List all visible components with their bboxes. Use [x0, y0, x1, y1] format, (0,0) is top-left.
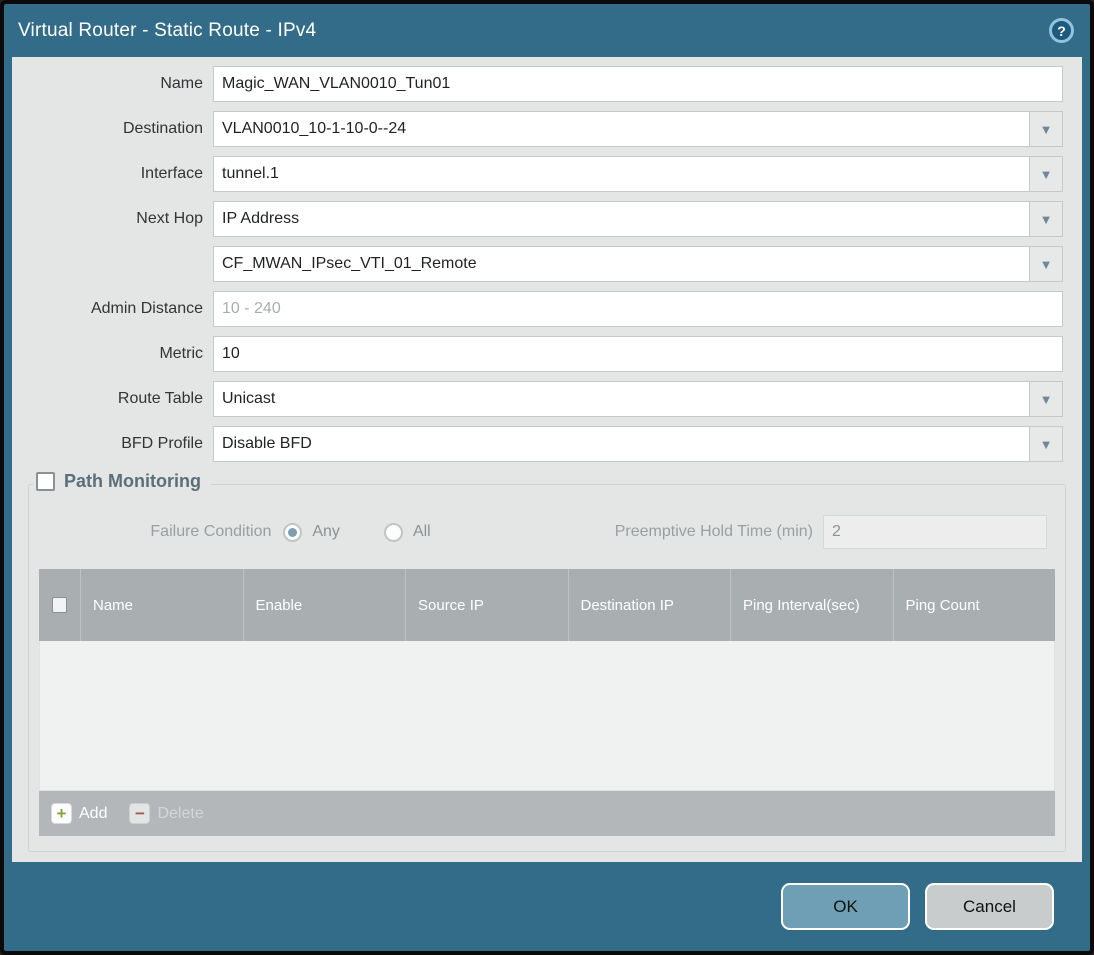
preemptive-hold-time-label: Preemptive Hold Time (min) [614, 523, 813, 540]
destination-label: Destination [122, 120, 203, 137]
failure-condition-row: Failure Condition Any All Preemptive Hol… [29, 515, 1065, 549]
column-header-ping-interval[interactable]: Ping Interval(sec) [731, 569, 894, 641]
admin-distance-label: Admin Distance [90, 300, 203, 317]
failure-condition-radio-group: Any All [283, 522, 464, 542]
route-table-dropdown-button[interactable]: ▼ [1030, 381, 1063, 417]
column-header-enable[interactable]: Enable [244, 569, 406, 641]
next-hop-address-dropdown-button[interactable]: ▼ [1030, 246, 1063, 282]
radio-all[interactable] [383, 522, 403, 542]
next-hop-type-dropdown-button[interactable]: ▼ [1030, 201, 1063, 237]
path-monitoring-section: Path Monitoring Failure Condition Any Al… [28, 471, 1066, 852]
interface-input[interactable] [213, 156, 1030, 192]
column-header-source-ip[interactable]: Source IP [406, 569, 569, 641]
column-header-ping-count[interactable]: Ping Count [894, 569, 1056, 641]
minus-icon: − [129, 803, 151, 824]
help-icon[interactable]: ? [1049, 18, 1074, 43]
path-monitoring-title: Path Monitoring [64, 471, 201, 491]
dialog-content: Name Destination ▼ Interface ▼ Next Hop [12, 57, 1082, 862]
add-button[interactable]: + Add [51, 803, 107, 824]
preemptive-hold-time-input[interactable] [823, 515, 1047, 549]
ok-button[interactable]: OK [781, 883, 910, 930]
delete-button: − Delete [129, 803, 204, 824]
plus-icon: + [51, 803, 72, 824]
interface-row: Interface ▼ [12, 156, 1082, 192]
chevron-down-icon: ▼ [1039, 121, 1053, 137]
name-row: Name [12, 66, 1082, 102]
next-hop-address-row: ▼ [12, 246, 1082, 282]
radio-all-label: All [412, 523, 431, 540]
dialog-footer: OK Cancel [4, 862, 1090, 951]
path-monitoring-table: Name Enable Source IP Destination IP Pin… [39, 569, 1055, 836]
add-button-label: Add [79, 804, 108, 822]
select-all-checkbox[interactable] [52, 597, 67, 613]
bfd-profile-input[interactable] [213, 426, 1030, 462]
chevron-down-icon: ▼ [1039, 256, 1053, 272]
static-route-dialog: Virtual Router - Static Route - IPv4 ? N… [0, 0, 1094, 955]
metric-label: Metric [159, 345, 203, 362]
chevron-down-icon: ▼ [1039, 391, 1053, 407]
bfd-profile-label: BFD Profile [121, 435, 203, 452]
chevron-down-icon: ▼ [1039, 436, 1053, 452]
bfd-profile-dropdown-button[interactable]: ▼ [1030, 426, 1063, 462]
destination-input[interactable] [213, 111, 1030, 147]
next-hop-address-input[interactable] [213, 246, 1030, 282]
chevron-down-icon: ▼ [1039, 166, 1053, 182]
metric-row: Metric [12, 336, 1082, 372]
metric-input[interactable] [213, 336, 1063, 372]
radio-any[interactable] [283, 522, 303, 542]
failure-condition-label: Failure Condition [150, 523, 272, 540]
next-hop-label: Next Hop [136, 210, 203, 227]
path-monitoring-checkbox[interactable] [36, 472, 55, 491]
route-table-input[interactable] [213, 381, 1030, 417]
column-header-name[interactable]: Name [81, 569, 244, 641]
dialog-titlebar: Virtual Router - Static Route - IPv4 ? [4, 4, 1090, 57]
table-header-checkbox-cell [39, 569, 81, 641]
path-monitoring-legend: Path Monitoring [33, 471, 211, 492]
name-input[interactable] [213, 66, 1063, 102]
interface-label: Interface [140, 165, 203, 182]
route-table-row: Route Table ▼ [12, 381, 1082, 417]
delete-button-label: Delete [157, 804, 204, 822]
route-table-label: Route Table [117, 390, 203, 407]
column-header-destination-ip[interactable]: Destination IP [569, 569, 731, 641]
next-hop-row: Next Hop ▼ [12, 201, 1082, 237]
admin-distance-row: Admin Distance [12, 291, 1082, 327]
chevron-down-icon: ▼ [1039, 211, 1053, 227]
admin-distance-input[interactable] [213, 291, 1063, 327]
table-toolbar: + Add − Delete [39, 791, 1055, 836]
radio-any-label: Any [312, 523, 340, 540]
next-hop-type-input[interactable] [213, 201, 1030, 237]
table-header-row: Name Enable Source IP Destination IP Pin… [39, 569, 1055, 641]
cancel-button[interactable]: Cancel [925, 883, 1054, 930]
name-label: Name [160, 75, 203, 92]
dialog-title: Virtual Router - Static Route - IPv4 [18, 19, 317, 41]
table-body-empty [39, 641, 1055, 791]
destination-dropdown-button[interactable]: ▼ [1030, 111, 1063, 147]
interface-dropdown-button[interactable]: ▼ [1030, 156, 1063, 192]
destination-row: Destination ▼ [12, 111, 1082, 147]
bfd-profile-row: BFD Profile ▼ [12, 426, 1082, 462]
